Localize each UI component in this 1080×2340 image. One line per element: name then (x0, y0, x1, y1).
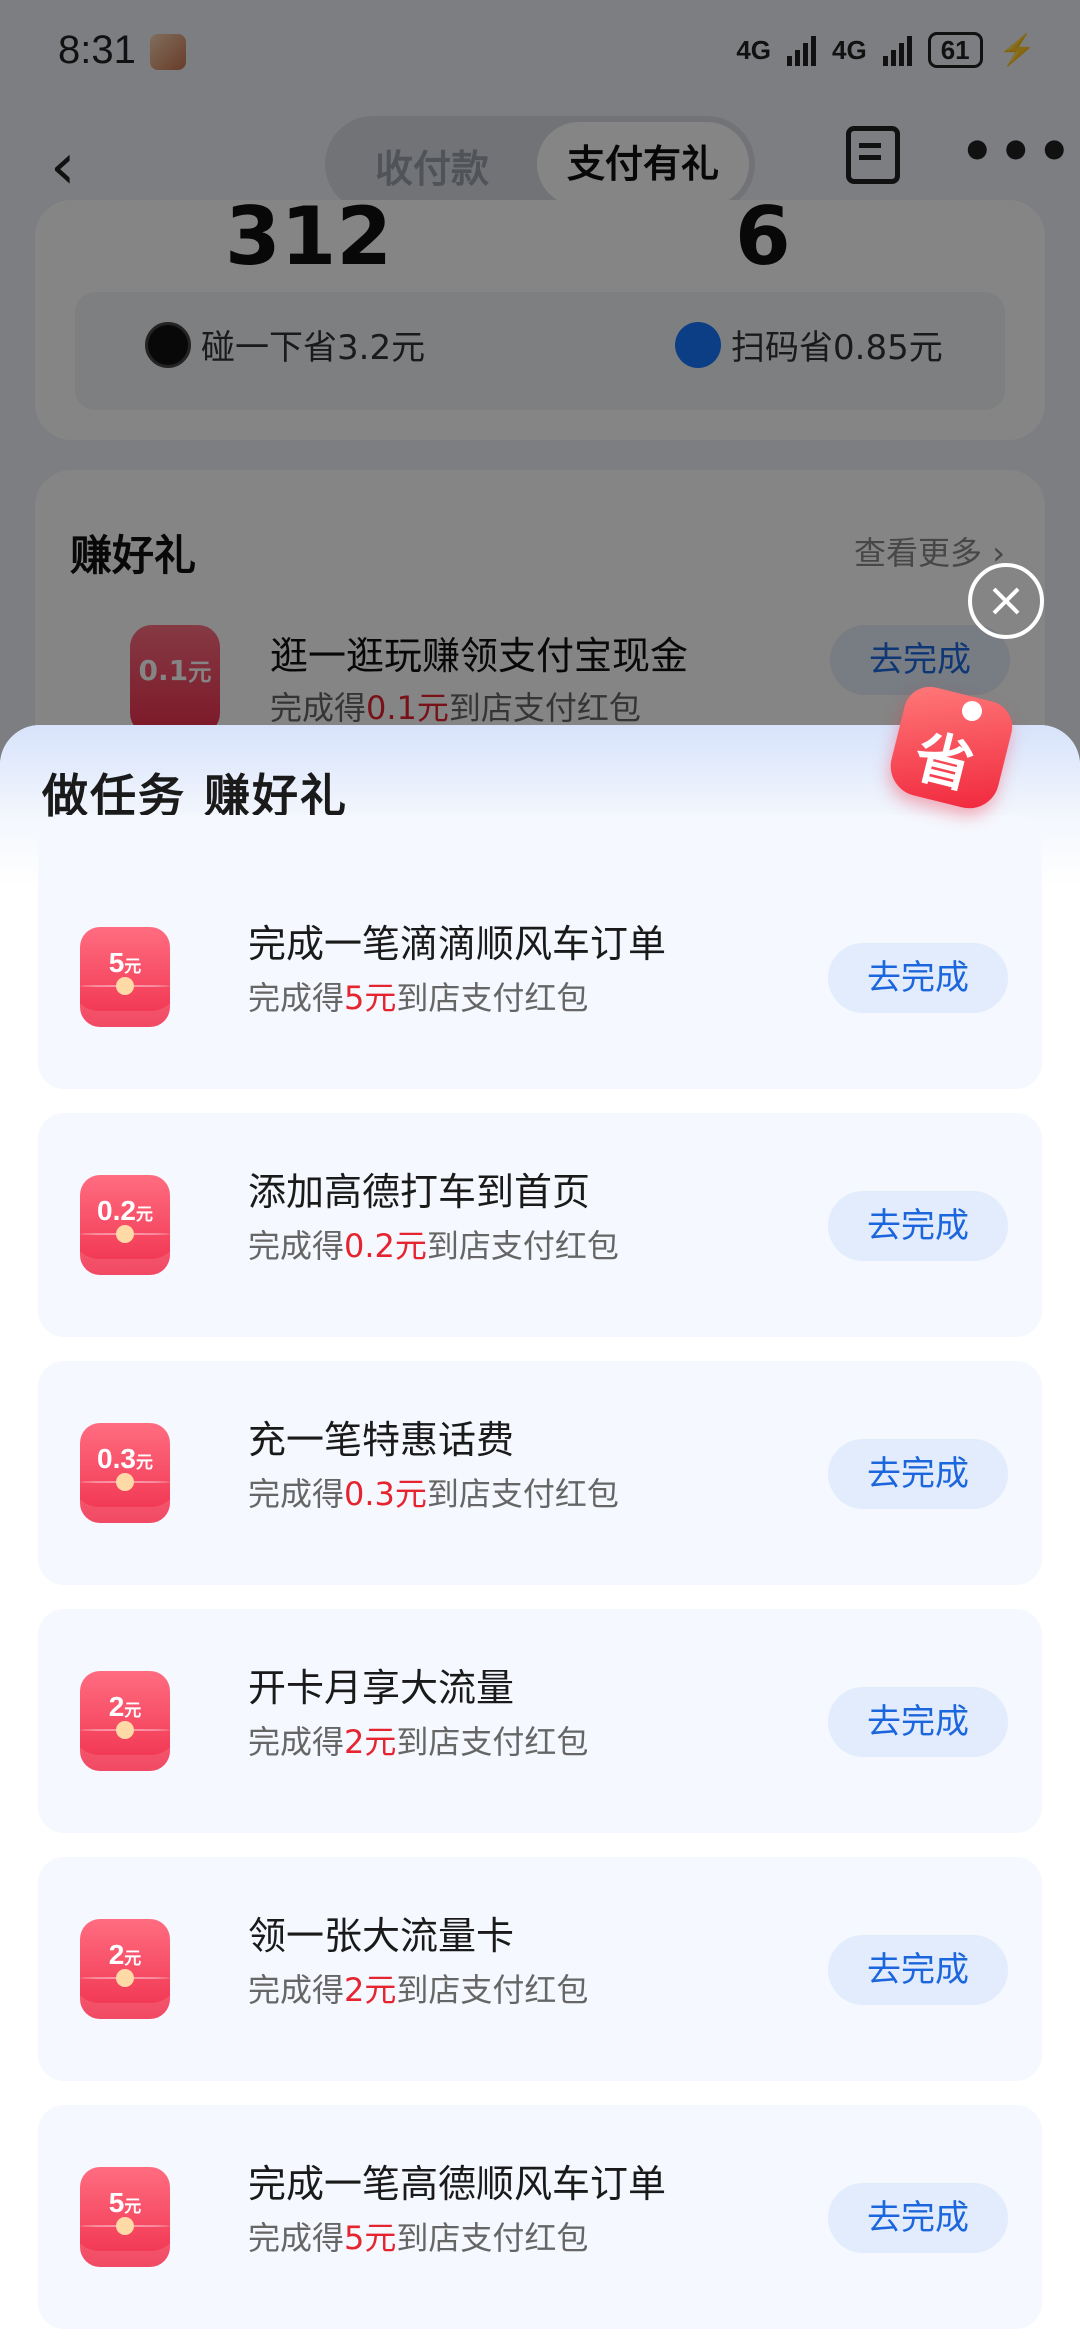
task-list: 5元 完成一笔滴滴顺风车订单 完成得5元到店支付红包 去完成 0.2元 添加高德… (38, 815, 1042, 2340)
task-subtitle: 完成得0.3元到店支付红包 (248, 1475, 619, 1513)
task-item: 5元 完成一笔滴滴顺风车订单 完成得5元到店支付红包 去完成 (38, 815, 1042, 1089)
red-packet-amount: 2 (108, 1939, 125, 1970)
task-subtitle: 完成得0.2元到店支付红包 (248, 1227, 619, 1265)
complete-task-button[interactable]: 去完成 (828, 1191, 1008, 1261)
red-packet-unit: 元 (124, 957, 142, 976)
red-packet-unit: 元 (135, 1453, 153, 1472)
task-title: 充一笔特惠话费 (248, 1418, 515, 1462)
red-packet-icon: 0.3元 (80, 1423, 170, 1523)
task-subtitle: 完成得5元到店支付红包 (248, 2219, 589, 2257)
red-packet-icon: 5元 (80, 2167, 170, 2267)
red-packet-icon: 5元 (80, 927, 170, 1027)
red-packet-unit: 元 (124, 1701, 142, 1720)
complete-task-button[interactable]: 去完成 (828, 1439, 1008, 1509)
red-packet-amount: 0.2 (97, 1195, 136, 1226)
red-packet-amount: 0.3 (97, 1443, 136, 1474)
task-item: 0.2元 添加高德打车到首页 完成得0.2元到店支付红包 去完成 (38, 1113, 1042, 1337)
task-title: 开卡月享大流量 (248, 1666, 515, 1710)
red-packet-amount: 5 (108, 2187, 125, 2218)
task-item: 2元 领一张大流量卡 完成得2元到店支付红包 去完成 (38, 1857, 1042, 2081)
task-title: 添加高德打车到首页 (248, 1170, 591, 1214)
red-packet-unit: 元 (124, 2197, 142, 2216)
task-title: 完成一笔滴滴顺风车订单 (248, 922, 667, 966)
task-subtitle: 完成得2元到店支付红包 (248, 1971, 589, 2009)
task-item: 2元 开卡月享大流量 完成得2元到店支付红包 去完成 (38, 1609, 1042, 1833)
red-packet-icon: 0.2元 (80, 1175, 170, 1275)
close-icon[interactable] (968, 563, 1044, 639)
task-subtitle: 完成得2元到店支付红包 (248, 1723, 589, 1761)
red-packet-icon: 2元 (80, 1919, 170, 2019)
task-item: 0.3元 充一笔特惠话费 完成得0.3元到店支付红包 去完成 (38, 1361, 1042, 1585)
red-packet-amount: 5 (108, 947, 125, 978)
task-subtitle: 完成得5元到店支付红包 (248, 979, 589, 1017)
red-packet-unit: 元 (135, 1205, 153, 1224)
red-packet-amount: 2 (108, 1691, 125, 1722)
complete-task-button[interactable]: 去完成 (828, 2183, 1008, 2253)
red-packet-icon: 2元 (80, 1671, 170, 1771)
red-packet-unit: 元 (124, 1949, 142, 1968)
task-sheet: 做任务 赚好礼 5元 完成一笔滴滴顺风车订单 完成得5元到店支付红包 去完成 0… (0, 725, 1080, 2340)
complete-task-button[interactable]: 去完成 (828, 1687, 1008, 1757)
task-title: 领一张大流量卡 (248, 1914, 515, 1958)
task-item: 5元 完成一笔高德顺风车订单 完成得5元到店支付红包 去完成 (38, 2105, 1042, 2329)
save-tag-icon: 省 (880, 681, 1030, 815)
complete-task-button[interactable]: 去完成 (828, 1935, 1008, 2005)
complete-task-button[interactable]: 去完成 (828, 943, 1008, 1013)
task-title: 完成一笔高德顺风车订单 (248, 2162, 667, 2206)
